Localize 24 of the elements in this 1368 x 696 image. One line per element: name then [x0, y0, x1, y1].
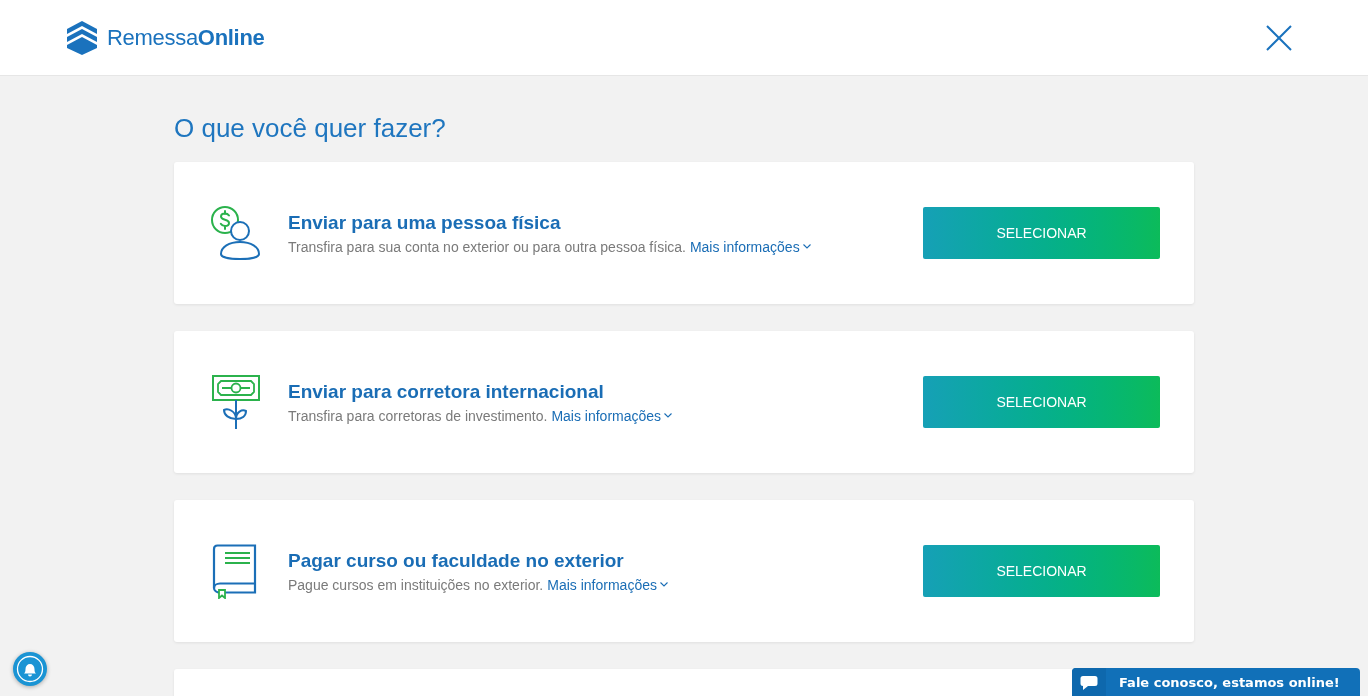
option-description: Transfira para sua conta no exterior ou para outra pessoa física.: [288, 237, 686, 257]
option-title: Enviar para uma pessoa física: [288, 210, 562, 235]
chevron-down-icon: [664, 413, 673, 418]
bell-icon: [16, 655, 44, 683]
select-button[interactable]: SELECIONAR: [923, 207, 1160, 259]
chat-bubble-icon: [1080, 675, 1098, 691]
logo[interactable]: RemessaOnline: [67, 20, 265, 55]
select-button[interactable]: SELECIONAR: [923, 376, 1160, 428]
chat-widget[interactable]: Fale conosco, estamos online!: [1072, 668, 1360, 696]
notifications-button[interactable]: [13, 652, 47, 686]
close-button[interactable]: [1265, 23, 1293, 52]
chevron-down-icon: [659, 582, 668, 587]
select-button[interactable]: SELECIONAR: [923, 545, 1160, 597]
close-icon: [1266, 24, 1292, 51]
logo-icon: [67, 20, 97, 55]
chevron-down-icon: [802, 244, 811, 249]
option-title: Enviar para corretora internacional: [288, 379, 605, 404]
option-description: Transfira para corretoras de investimento.: [288, 406, 548, 426]
more-info-link[interactable]: Mais informações: [689, 236, 811, 257]
option-title: Pagar curso ou faculdade no exterior: [288, 548, 625, 573]
more-info-link[interactable]: Mais informações: [551, 405, 673, 426]
option-description: Pague cursos em instituições no exterior.: [288, 575, 544, 595]
more-info-link[interactable]: Mais informações: [547, 574, 668, 595]
page-heading: O que você quer fazer?: [174, 113, 447, 144]
